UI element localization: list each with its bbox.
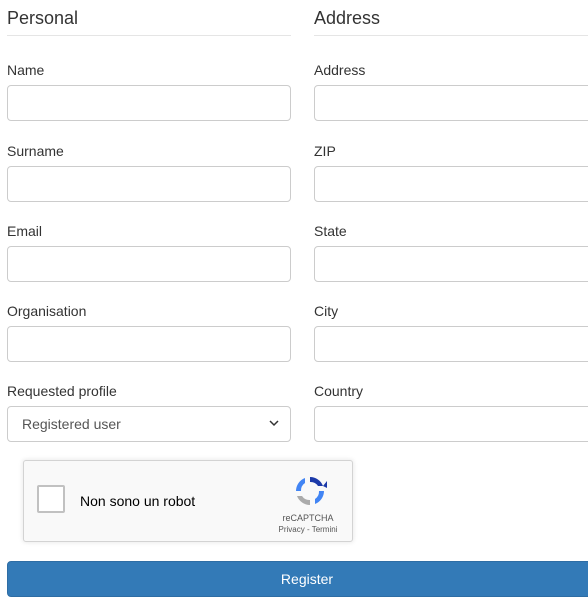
country-input[interactable] (314, 406, 588, 442)
email-label: Email (7, 223, 43, 239)
address-input[interactable] (314, 85, 588, 121)
recaptcha-links[interactable]: Privacy - Termini (270, 525, 346, 535)
organisation-input[interactable] (7, 326, 291, 362)
surname-input[interactable] (7, 166, 291, 202)
email-input[interactable] (7, 246, 291, 282)
address-section-title: Address (314, 8, 588, 36)
city-label: City (314, 303, 339, 319)
country-label: Country (314, 383, 364, 399)
recaptcha-checkbox[interactable] (37, 485, 65, 513)
recaptcha-widget: Non sono un robot reCAPTCHA Privacy - Te… (23, 460, 353, 542)
register-button[interactable]: Register (7, 561, 588, 597)
state-input[interactable] (314, 246, 588, 282)
surname-label: Surname (7, 143, 64, 159)
requested-profile-label: Requested profile (7, 383, 117, 399)
zip-label: ZIP (314, 143, 336, 159)
recaptcha-brand: reCAPTCHA (282, 513, 334, 523)
name-label: Name (7, 62, 45, 78)
organisation-label: Organisation (7, 303, 87, 319)
requested-profile-value: Registered user (22, 416, 121, 432)
state-label: State (314, 223, 347, 239)
city-input[interactable] (314, 326, 588, 362)
recaptcha-logo-icon (296, 477, 327, 505)
zip-input[interactable] (314, 166, 588, 202)
personal-section-title: Personal (7, 8, 291, 36)
requested-profile-select[interactable]: Registered user (7, 406, 291, 442)
name-input[interactable] (7, 85, 291, 121)
recaptcha-label: Non sono un robot (80, 493, 196, 509)
address-label: Address (314, 62, 366, 78)
chevron-down-icon (269, 420, 279, 427)
